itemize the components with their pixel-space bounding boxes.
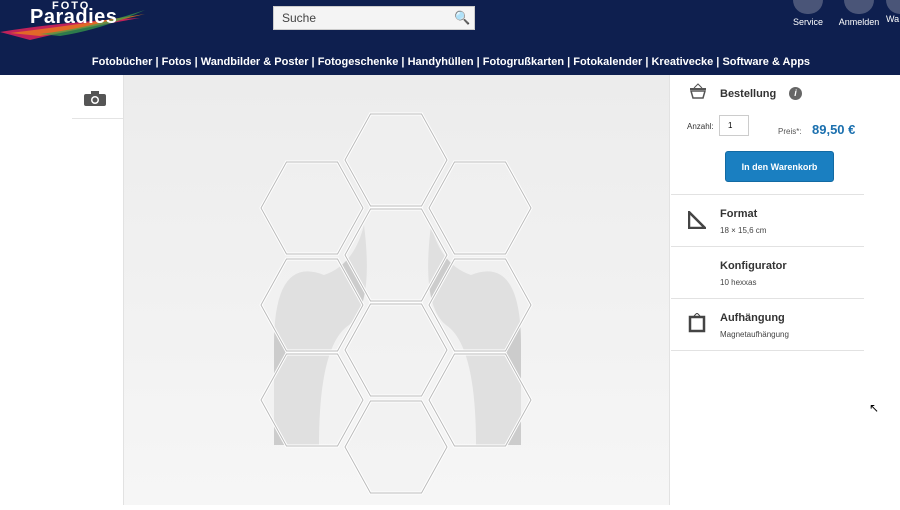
service-button[interactable]: Service xyxy=(788,0,828,27)
hexagon-tile[interactable] xyxy=(343,112,449,208)
option-configurator[interactable]: Konfigurator 10 hexxas xyxy=(671,247,864,299)
cart-icon xyxy=(886,0,900,14)
login-button[interactable]: Anmelden xyxy=(838,0,880,27)
order-panel: Bestellung i Anzahl: Preis*: 89,50 € In … xyxy=(671,75,864,351)
hexagon-tile[interactable] xyxy=(343,399,449,495)
set-square-icon xyxy=(688,211,706,229)
hexagon-tile[interactable] xyxy=(427,160,533,256)
add-to-cart-button[interactable]: In den Warenkorb xyxy=(725,151,834,182)
main-nav[interactable]: Fotobücher | Fotos | Wandbilder & Poster… xyxy=(0,56,900,68)
header: FOTO Paradies 🔍 Service Anmelden Wa Foto… xyxy=(0,0,900,75)
search-box[interactable]: 🔍 xyxy=(273,6,475,30)
hexagon-preview xyxy=(259,112,533,495)
quantity-input[interactable] xyxy=(719,115,749,136)
info-icon[interactable]: i xyxy=(789,87,802,100)
lightbulb-icon xyxy=(793,0,823,14)
option-hanging[interactable]: Aufhängung Magnetaufhängung xyxy=(671,299,864,351)
order-section: Bestellung i Anzahl: Preis*: 89,50 € In … xyxy=(671,75,864,195)
mouse-cursor: ↖ xyxy=(869,401,880,415)
preview-canvas[interactable] xyxy=(123,75,670,505)
left-toolbar xyxy=(72,75,123,505)
frame-icon xyxy=(688,313,706,333)
option-format[interactable]: Format 18 × 15,6 cm xyxy=(671,195,864,247)
divider xyxy=(72,118,123,119)
price: 89,50 € xyxy=(812,122,856,137)
hexagon-tile[interactable] xyxy=(259,160,365,256)
user-icon xyxy=(844,0,874,14)
camera-icon[interactable] xyxy=(84,91,106,106)
logo[interactable]: FOTO Paradies xyxy=(0,0,150,45)
cart-button[interactable]: Wa xyxy=(886,0,900,24)
search-icon[interactable]: 🔍 xyxy=(454,10,474,26)
search-input[interactable] xyxy=(274,11,454,25)
hexagon-tile[interactable] xyxy=(343,302,449,398)
basket-icon xyxy=(690,83,706,99)
